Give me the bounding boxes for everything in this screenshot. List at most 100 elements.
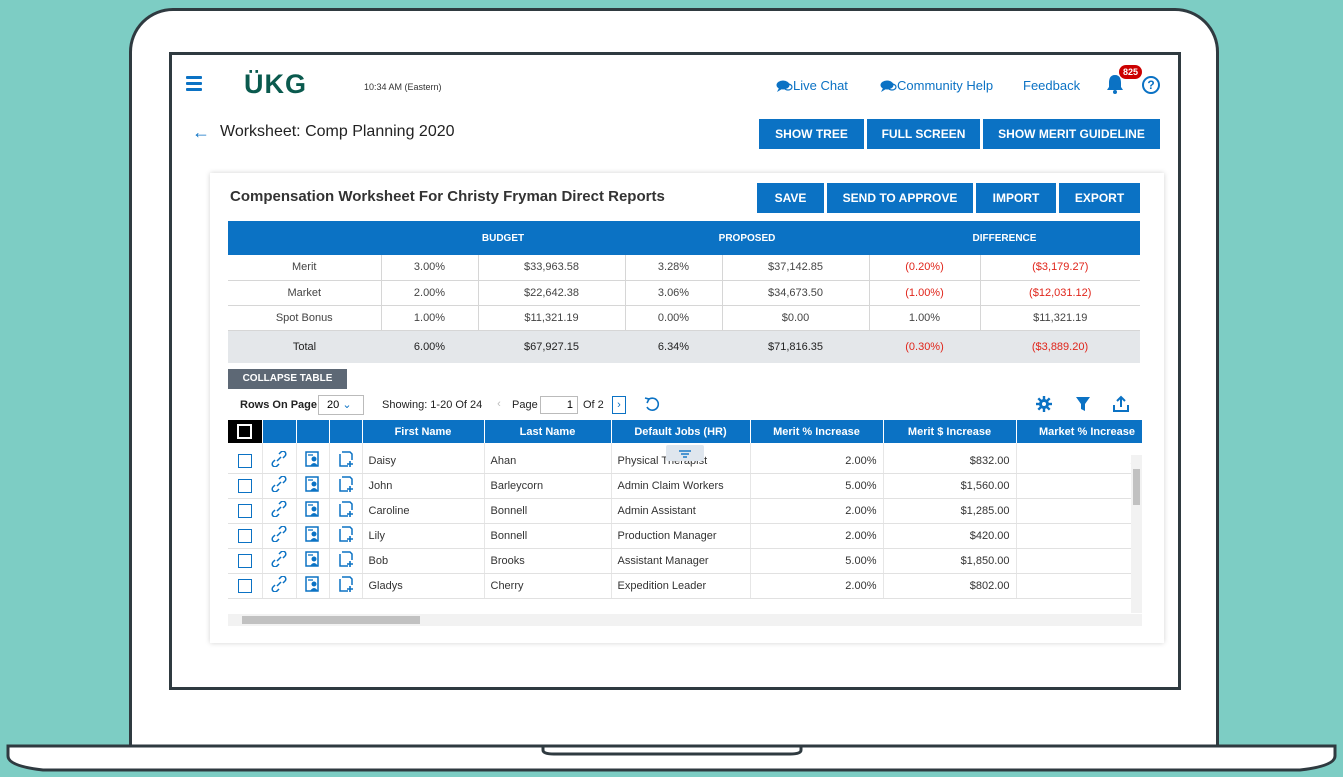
help-icon[interactable]: ? xyxy=(1142,76,1160,94)
grid-header-row: First Name Last Name Default Jobs (HR) M… xyxy=(228,420,1142,443)
feedback-link[interactable]: Feedback xyxy=(1023,78,1080,93)
difference-amount: ($3,889.20) xyxy=(980,330,1140,363)
difference-pct: (0.20%) xyxy=(869,255,981,281)
market-pct-cell[interactable]: 3.0 xyxy=(1016,523,1142,549)
merit-amount-cell[interactable]: $420.00 xyxy=(883,523,1017,549)
horizontal-scroll-thumb[interactable] xyxy=(242,616,420,624)
column-header[interactable]: Merit $ Increase xyxy=(883,420,1017,443)
column-header[interactable]: Market % Increase xyxy=(1016,420,1142,443)
row-select-checkbox[interactable] xyxy=(237,578,252,593)
row-select-checkbox[interactable] xyxy=(237,553,252,568)
chat-bubble-icon xyxy=(880,80,897,92)
column-header[interactable]: Last Name xyxy=(484,420,612,443)
employee-profile-icon[interactable] xyxy=(296,498,330,524)
merit-amount-cell[interactable]: $832.00 xyxy=(883,443,1017,474)
filter-icon[interactable] xyxy=(1074,395,1092,413)
rows-on-page-select[interactable]: 20 ⌄ xyxy=(318,395,364,415)
show-tree-button[interactable]: SHOW TREE xyxy=(759,119,864,149)
add-note-icon[interactable] xyxy=(329,573,363,599)
refresh-icon[interactable] xyxy=(643,395,661,413)
market-pct-cell[interactable]: 10.0 xyxy=(1016,443,1142,474)
link-icon[interactable] xyxy=(262,443,297,474)
worksheet-card: Compensation Worksheet For Christy Fryma… xyxy=(210,173,1164,643)
collapse-table-button[interactable]: COLLAPSE TABLE xyxy=(228,369,347,389)
import-button[interactable]: IMPORT xyxy=(976,183,1056,213)
link-icon[interactable] xyxy=(262,548,297,574)
back-arrow-icon[interactable]: ← xyxy=(192,122,210,143)
select-all-checkbox[interactable] xyxy=(237,424,253,439)
market-pct-cell[interactable]: 0.0 xyxy=(1016,473,1142,499)
table-row: Caroline Bonnell Admin Assistant 2.00% $1,28… xyxy=(228,498,1142,524)
column-header[interactable]: Merit % Increase xyxy=(750,420,884,443)
difference-pct: 1.00% xyxy=(869,305,981,331)
difference-header: DIFFERENCE xyxy=(869,221,1140,255)
summary-row-merit: Merit 3.00% $33,963.58 3.28% $37,142.85 … xyxy=(228,255,1140,281)
last-name-cell: Bonnell xyxy=(484,523,612,549)
merit-amount-cell[interactable]: $802.00 xyxy=(883,573,1017,599)
community-help-link[interactable]: Community Help xyxy=(880,78,993,93)
default-job-cell: Production Manager xyxy=(611,523,751,549)
merit-amount-cell[interactable]: $1,560.00 xyxy=(883,473,1017,499)
row-select-checkbox[interactable] xyxy=(237,528,252,543)
page-label: Page xyxy=(512,399,538,411)
add-note-icon[interactable] xyxy=(329,473,363,499)
export-button[interactable]: EXPORT xyxy=(1059,183,1140,213)
link-icon[interactable] xyxy=(262,473,297,499)
show-merit-guideline-button[interactable]: SHOW MERIT GUIDELINE xyxy=(983,119,1160,149)
last-name-cell: Cherry xyxy=(484,573,612,599)
worksheet-title: Compensation Worksheet For Christy Fryma… xyxy=(230,188,665,205)
column-header[interactable]: Default Jobs (HR) xyxy=(611,420,751,443)
send-to-approve-button[interactable]: SEND TO APPROVE xyxy=(827,183,973,213)
first-name-cell: Daisy xyxy=(362,443,485,474)
save-button[interactable]: SAVE xyxy=(757,183,824,213)
difference-pct: (1.00%) xyxy=(869,280,981,306)
horizontal-scrollbar[interactable] xyxy=(228,614,1142,626)
full-screen-button[interactable]: FULL SCREEN xyxy=(867,119,980,149)
add-note-icon[interactable] xyxy=(329,523,363,549)
market-pct-cell[interactable]: 5.0 xyxy=(1016,573,1142,599)
merit-pct-cell[interactable]: 2.00% xyxy=(750,498,884,524)
merit-pct-cell[interactable]: 5.00% xyxy=(750,548,884,574)
column-resize-handle-icon[interactable] xyxy=(666,445,704,461)
page-number-input[interactable]: 1 xyxy=(540,396,578,414)
merit-pct-cell[interactable]: 2.00% xyxy=(750,523,884,549)
employee-profile-icon[interactable] xyxy=(296,548,330,574)
employee-profile-icon[interactable] xyxy=(296,473,330,499)
last-name-cell: Barleycorn xyxy=(484,473,612,499)
live-chat-link[interactable]: Live Chat xyxy=(776,78,848,93)
employee-profile-icon[interactable] xyxy=(296,443,330,474)
showing-range: Showing: 1-20 Of 24 xyxy=(382,399,483,411)
vertical-scrollbar[interactable] xyxy=(1131,455,1142,613)
link-icon[interactable] xyxy=(262,523,297,549)
market-pct-cell[interactable]: 6.0 xyxy=(1016,548,1142,574)
export-upload-icon[interactable] xyxy=(1112,395,1130,413)
employee-profile-icon[interactable] xyxy=(296,523,330,549)
vertical-scroll-thumb[interactable] xyxy=(1133,469,1140,505)
market-pct-cell[interactable]: 3.0 xyxy=(1016,498,1142,524)
live-chat-label: Live Chat xyxy=(793,78,848,93)
add-note-icon[interactable] xyxy=(329,548,363,574)
row-select-checkbox[interactable] xyxy=(237,478,252,493)
proposed-header: PROPOSED xyxy=(625,221,869,255)
gear-icon[interactable] xyxy=(1035,395,1053,413)
link-icon[interactable] xyxy=(262,498,297,524)
last-name-cell: Ahan xyxy=(484,443,612,474)
table-row: John Barleycorn Admin Claim Workers 5.00% $1… xyxy=(228,473,1142,499)
prev-page-icon[interactable]: ‹ xyxy=(492,396,506,414)
add-note-icon[interactable] xyxy=(329,498,363,524)
merit-pct-cell[interactable]: 2.00% xyxy=(750,573,884,599)
difference-amount: $11,321.19 xyxy=(980,305,1140,331)
row-select-checkbox[interactable] xyxy=(237,503,252,518)
column-header[interactable]: First Name xyxy=(362,420,485,443)
merit-amount-cell[interactable]: $1,850.00 xyxy=(883,548,1017,574)
budget-header: BUDGET xyxy=(381,221,625,255)
next-page-icon[interactable]: › xyxy=(612,396,626,414)
employee-profile-icon[interactable] xyxy=(296,573,330,599)
hamburger-menu-icon[interactable] xyxy=(186,76,202,91)
merit-amount-cell[interactable]: $1,285.00 xyxy=(883,498,1017,524)
merit-pct-cell[interactable]: 2.00% xyxy=(750,443,884,474)
row-select-checkbox[interactable] xyxy=(237,453,252,468)
merit-pct-cell[interactable]: 5.00% xyxy=(750,473,884,499)
add-note-icon[interactable] xyxy=(329,443,363,474)
link-icon[interactable] xyxy=(262,573,297,599)
